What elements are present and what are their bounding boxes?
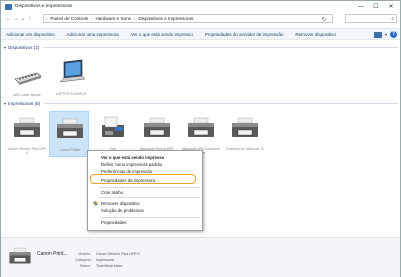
- device-label: ABC Laser Mouse: [13, 93, 41, 97]
- forward-icon[interactable]: →: [12, 14, 20, 23]
- help-icon[interactable]: ?: [390, 31, 397, 38]
- device-label: LAPTOP-EXAMPLE: [55, 92, 87, 96]
- add-device-button[interactable]: Adicionar um dispositivo: [6, 32, 55, 37]
- breadcrumb-separator: ›: [46, 16, 48, 21]
- context-menu: Ver o que está sendo impresso Definir co…: [87, 150, 203, 231]
- devices-group-label: Dispositivos (2): [8, 44, 40, 50]
- menu-separator: [99, 197, 200, 198]
- search-input[interactable]: ⌕: [345, 14, 397, 23]
- keyboard-icon: [14, 72, 42, 85]
- menu-see-whats-printing[interactable]: Ver o que está sendo impresso: [101, 155, 164, 160]
- back-icon[interactable]: ←: [4, 14, 12, 23]
- printer-properties-highlight: [90, 174, 196, 184]
- refresh-icon[interactable]: ↻: [320, 15, 328, 24]
- breadcrumb-control-panel[interactable]: Painel de Controle: [50, 16, 88, 21]
- printer-icon: [188, 117, 214, 137]
- command-bar: Adicionar um dispositivo Adicionar uma i…: [1, 28, 400, 40]
- close-button[interactable]: ✕: [384, 1, 398, 12]
- menu-create-shortcut[interactable]: Criar atalho: [101, 190, 123, 195]
- group-divider: [44, 102, 398, 104]
- details-pane: Canon Print... Modelo: Canon Generic Plu…: [1, 237, 400, 277]
- details-model-key: Modelo:: [78, 252, 91, 256]
- devices-group-header[interactable]: ▾ Dispositivos (2): [4, 43, 398, 51]
- device-keyboard[interactable]: ABC Laser Mouse: [7, 59, 47, 103]
- printer-label: Canon Printer: [59, 148, 81, 152]
- details-status-value: Toner/tinta baixo: [96, 264, 123, 268]
- address-row: ← → ⌄ ↑ › Painel de Controle › Hardware …: [1, 13, 400, 24]
- printer-canon-generic[interactable]: Canon Generic Plus UFR II: [7, 113, 47, 157]
- menu-properties[interactable]: Propriedades: [101, 220, 127, 225]
- collapse-caret-icon: ▾: [4, 100, 7, 106]
- printer-label: Canon Generic Plus UFR II: [7, 147, 47, 156]
- details-category-value: Impressora: [96, 258, 114, 262]
- printer-label: OneNote for Windows 10: [226, 147, 264, 151]
- menu-set-default-printer[interactable]: Definir como impressora padrão: [101, 162, 162, 167]
- add-printer-button[interactable]: Adicionar uma impressora: [67, 32, 119, 37]
- menu-troubleshoot[interactable]: Solução de problemas: [101, 208, 144, 213]
- devices-and-printers-window: Dispositivos e impressoras — ☐ ✕ ← → ⌄ ↑…: [0, 0, 401, 277]
- menu-separator: [99, 217, 200, 218]
- fax-icon: [102, 116, 124, 137]
- see-whats-printing-button[interactable]: Ver o que está sendo impresso: [131, 32, 193, 37]
- breadcrumb-separator: ›: [133, 16, 136, 21]
- menu-separator: [99, 187, 200, 188]
- details-model-value: Canon Generic Plus UFR II: [96, 252, 140, 256]
- device-laptop[interactable]: LAPTOP-EXAMPLE: [51, 58, 91, 102]
- window-title: Dispositivos e impressoras: [15, 4, 73, 9]
- printer-icon: [14, 117, 40, 137]
- menu-remove-device[interactable]: Remover dispositivo: [101, 201, 140, 206]
- breadcrumb-devices-and-printers[interactable]: Dispositivos e Impressoras: [138, 16, 193, 21]
- details-category-key: Categoria:: [75, 258, 92, 262]
- view-options-dropdown[interactable]: ▾: [385, 32, 387, 37]
- printer-icon: [57, 118, 83, 138]
- laptop-icon: [59, 59, 86, 83]
- devices-folder-icon: [5, 3, 12, 10]
- breadcrumb-separator: ›: [91, 16, 93, 21]
- printers-group-label: Impressoras (6): [8, 100, 41, 106]
- printer-onenote[interactable]: OneNote for Windows 10: [225, 113, 265, 157]
- breadcrumb-hardware-and-sound[interactable]: Hardware e Sons: [95, 16, 131, 21]
- shield-icon: [93, 201, 98, 206]
- details-status-key: Status:: [79, 264, 91, 268]
- maximize-button[interactable]: ☐: [369, 1, 383, 12]
- print-server-properties-button[interactable]: Propriedades do servidor de impressão: [205, 32, 284, 37]
- address-bar[interactable]: › Painel de Controle › Hardware e Sons ›…: [43, 14, 333, 23]
- details-device-name: Canon Print...: [37, 251, 68, 257]
- printer-icon: [9, 247, 31, 264]
- change-view-icon[interactable]: [374, 32, 382, 38]
- printer-canon-selected[interactable]: Canon Printer: [49, 111, 89, 157]
- up-icon[interactable]: ↑: [26, 14, 34, 23]
- printers-group-header[interactable]: ▾ Impressoras (6): [4, 99, 398, 107]
- search-icon: ⌕: [391, 16, 394, 22]
- minimize-button[interactable]: —: [354, 1, 368, 12]
- title-bar: Dispositivos e impressoras — ☐ ✕: [1, 1, 400, 12]
- printer-icon: [232, 117, 258, 137]
- group-divider: [43, 46, 398, 48]
- collapse-caret-icon: ▾: [4, 44, 7, 50]
- remove-device-button[interactable]: Remover dispositivo: [295, 32, 336, 37]
- printer-icon: [144, 117, 170, 137]
